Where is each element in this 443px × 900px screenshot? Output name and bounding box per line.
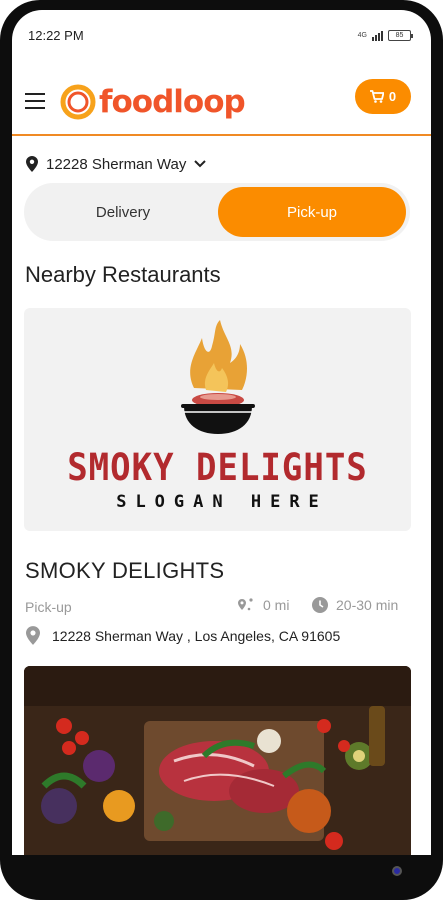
grill-flame-icon	[181, 320, 255, 434]
delivery-option[interactable]: Delivery	[28, 187, 218, 237]
camera-dot	[392, 866, 402, 876]
network-type: 4G	[357, 31, 367, 39]
power-button	[437, 330, 443, 385]
pickup-option[interactable]: Pick-up	[218, 187, 406, 237]
battery-icon: 85	[388, 29, 413, 41]
restaurant-address: 12228 Sherman Way , Los Angeles, CA 9160…	[52, 627, 341, 644]
location-pin-icon	[26, 156, 38, 172]
hamburger-icon[interactable]	[25, 93, 45, 109]
restaurant-mode: Pick-up	[25, 599, 72, 615]
location-selector[interactable]: 12228 Sherman Way	[26, 153, 207, 175]
app-screen: 12:22 PM 4G 85 foodloop 0 12228 Sherman …	[12, 10, 431, 855]
food-photo[interactable]	[24, 666, 411, 855]
distance-info: 0 mi	[237, 597, 289, 613]
cart-count: 0	[388, 89, 397, 104]
restaurant-meta: Pick-up 0 mi 20-30 min	[25, 597, 412, 617]
app-header: foodloop 0	[12, 68, 431, 136]
logo-text: foodloop	[99, 84, 246, 120]
section-title: Nearby Restaurants	[25, 262, 221, 287]
time-value: 20-30 min	[336, 597, 399, 613]
status-icons: 4G 85	[357, 29, 413, 41]
status-bar: 12:22 PM 4G 85	[12, 10, 431, 60]
logo-ring-icon	[60, 84, 96, 120]
delivery-mode-toggle: Delivery Pick-up	[24, 183, 410, 241]
status-time: 12:22 PM	[28, 27, 84, 43]
restaurant-name[interactable]: SMOKY DELIGHTS	[25, 558, 224, 584]
food-photo-image	[24, 666, 411, 855]
restaurant-banner[interactable]: SMOKY DELIGHTS SLOGAN HERE	[24, 308, 411, 531]
distance-pin-icon	[238, 598, 253, 611]
restaurant-address-row: 12228 Sherman Way , Los Angeles, CA 9160…	[26, 626, 340, 645]
cart-button[interactable]: 0	[355, 79, 411, 114]
banner-slogan: SLOGAN HERE	[116, 492, 328, 512]
address-pin-icon	[26, 626, 40, 645]
banner-title: SMOKY DELIGHTS	[67, 446, 368, 490]
foodloop-logo: foodloop	[59, 78, 246, 126]
chevron-down-icon	[194, 160, 207, 168]
volume-button	[437, 170, 443, 285]
cart-icon	[369, 90, 384, 103]
signal-icon	[372, 30, 383, 41]
clock-icon	[312, 597, 328, 613]
time-info: 20-30 min	[312, 597, 398, 613]
distance-value: 0 mi	[263, 597, 290, 613]
location-address: 12228 Sherman Way	[46, 155, 187, 173]
